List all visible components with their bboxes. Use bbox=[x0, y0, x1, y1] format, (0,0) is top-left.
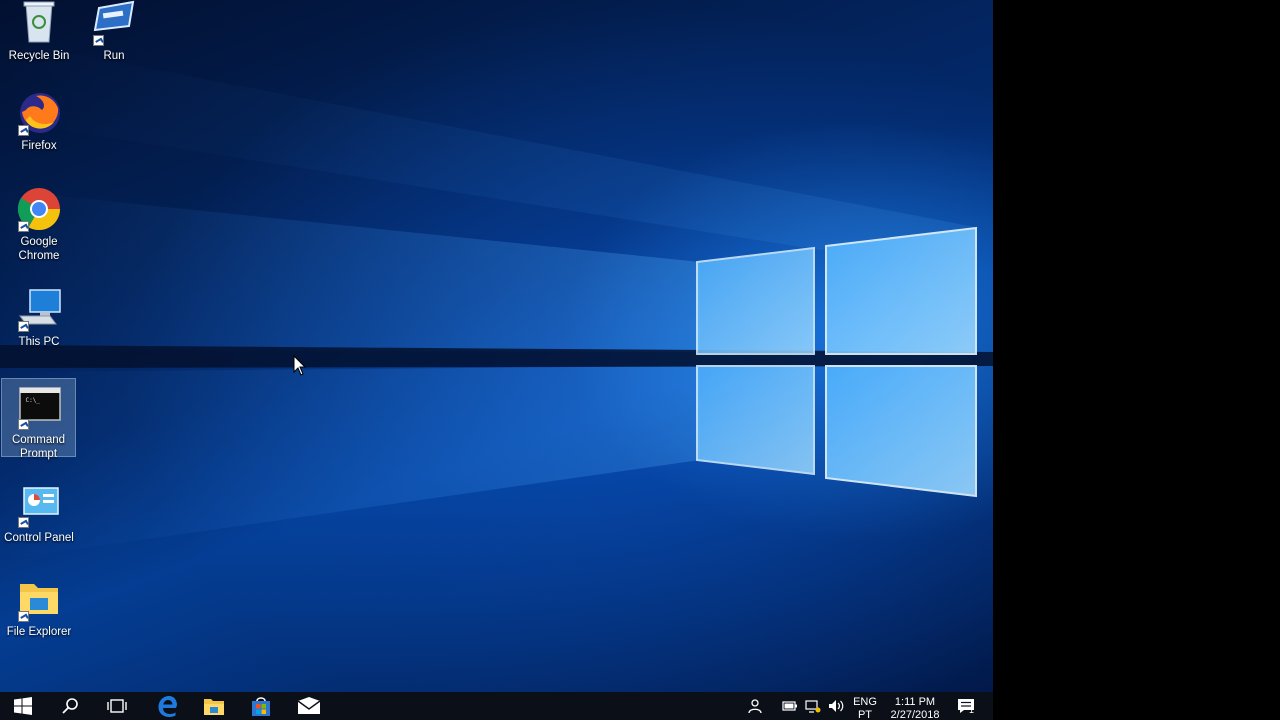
desktop-icon-firefox[interactable]: Firefox bbox=[1, 90, 77, 154]
desktop-icon-google-chrome[interactable]: Google Chrome bbox=[1, 186, 77, 264]
tray-network-button[interactable] bbox=[803, 692, 823, 720]
shortcut-arrow-icon bbox=[18, 221, 29, 232]
desktop-icon-run[interactable]: Run bbox=[76, 0, 152, 62]
tray-volume-button[interactable] bbox=[826, 692, 848, 720]
desktop-icon-label: This PC bbox=[18, 336, 60, 348]
edge-icon bbox=[158, 696, 177, 717]
mail-icon bbox=[297, 697, 321, 714]
network-icon bbox=[805, 700, 821, 713]
search-icon bbox=[62, 698, 78, 714]
desktop-icon-label: Recycle Bin bbox=[8, 50, 70, 62]
tray-battery-button[interactable] bbox=[780, 692, 800, 720]
taskbar-mail[interactable] bbox=[286, 692, 332, 720]
chrome-icon bbox=[16, 186, 62, 232]
file-explorer-icon bbox=[16, 576, 62, 622]
desktop-icon-recycle-bin[interactable]: Recycle Bin bbox=[1, 0, 77, 62]
people-icon bbox=[748, 699, 762, 714]
language-indicator[interactable]: ENG PT bbox=[850, 696, 880, 720]
clock[interactable]: 1:11 PM 2/27/2018 bbox=[884, 696, 946, 720]
search-button[interactable] bbox=[47, 692, 93, 720]
desktop-icon-command-prompt[interactable]: C:\_ Command Prompt bbox=[1, 378, 76, 460]
desktop-screen: Recycle Bin Run Firefox Google Chrome Th… bbox=[0, 0, 993, 720]
shortcut-arrow-icon bbox=[17, 419, 29, 430]
task-view-icon bbox=[107, 699, 127, 713]
desktop-wallpaper bbox=[0, 0, 993, 692]
control-panel-icon bbox=[16, 482, 62, 528]
desktop-icon-label: Google Chrome bbox=[18, 236, 60, 262]
clock-time: 1:11 PM bbox=[894, 696, 936, 708]
firefox-icon bbox=[16, 90, 62, 136]
taskbar: ENG PT 1:11 PM 2/27/2018 1 bbox=[0, 692, 993, 720]
start-button[interactable] bbox=[0, 692, 46, 720]
language-code: ENG bbox=[853, 696, 877, 708]
volume-icon bbox=[829, 700, 844, 712]
language-layout: PT bbox=[857, 709, 873, 720]
clock-date: 2/27/2018 bbox=[890, 709, 940, 720]
notification-count: 1 bbox=[969, 705, 975, 715]
people-button[interactable] bbox=[738, 692, 772, 720]
letterbox-area bbox=[993, 0, 1280, 720]
desktop-icon-file-explorer[interactable]: File Explorer bbox=[1, 576, 77, 638]
desktop-icon-label: Run bbox=[103, 50, 125, 62]
shortcut-arrow-icon bbox=[93, 35, 104, 46]
desktop-icon-label: Command Prompt bbox=[11, 434, 66, 460]
desktop-icon-label: Control Panel bbox=[4, 532, 74, 544]
command-prompt-icon: C:\_ bbox=[16, 384, 62, 430]
task-view-button[interactable] bbox=[94, 692, 140, 720]
file-explorer-icon bbox=[204, 699, 224, 715]
shortcut-arrow-icon bbox=[18, 517, 29, 528]
store-icon bbox=[252, 697, 270, 716]
shortcut-arrow-icon bbox=[18, 321, 29, 332]
shortcut-arrow-icon bbox=[18, 125, 29, 136]
cmd-preview-text: C:\_ bbox=[25, 397, 40, 404]
shortcut-arrow-icon bbox=[18, 611, 29, 622]
taskbar-store[interactable] bbox=[238, 692, 284, 720]
mouse-cursor-icon bbox=[293, 355, 307, 376]
desktop-icon-label: File Explorer bbox=[6, 626, 72, 638]
run-icon bbox=[91, 0, 137, 46]
desktop-icon-label: Firefox bbox=[21, 140, 57, 152]
taskbar-edge[interactable] bbox=[144, 692, 190, 720]
windows-logo-light-art bbox=[0, 40, 993, 560]
action-center-button[interactable]: 1 bbox=[950, 692, 982, 720]
desktop-icon-this-pc[interactable]: This PC bbox=[1, 286, 77, 348]
recycle-bin-icon bbox=[16, 0, 62, 46]
start-icon bbox=[14, 697, 32, 715]
this-pc-icon bbox=[16, 286, 62, 332]
desktop-icon-control-panel[interactable]: Control Panel bbox=[1, 482, 77, 544]
battery-icon bbox=[782, 701, 797, 711]
taskbar-file-explorer[interactable] bbox=[191, 692, 237, 720]
